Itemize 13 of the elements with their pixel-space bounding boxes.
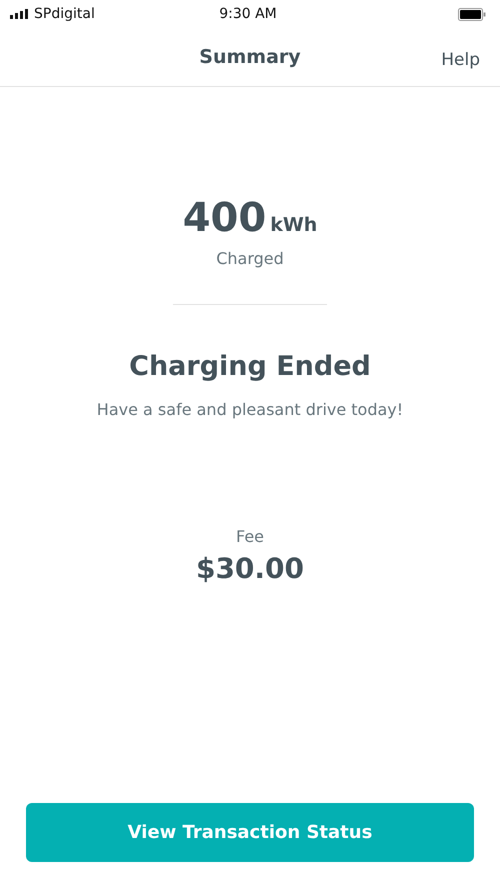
clock-time: 9:30 AM	[219, 6, 277, 22]
status-message: Have a safe and pleasant drive today!	[96, 400, 404, 419]
battery-icon	[458, 8, 486, 20]
screen-title: Summary	[199, 46, 301, 68]
signal-icon	[10, 9, 30, 19]
fee-label: Fee	[236, 527, 264, 546]
energy-amount: 400	[182, 195, 266, 241]
energy-label: Charged	[216, 249, 284, 268]
energy-unit: kWh	[270, 214, 318, 236]
fee-amount: $30.00	[196, 552, 304, 585]
carrier-name: SPdigital	[34, 6, 95, 22]
help-link[interactable]: Help	[441, 50, 480, 70]
status-title: Charging Ended	[129, 351, 371, 382]
